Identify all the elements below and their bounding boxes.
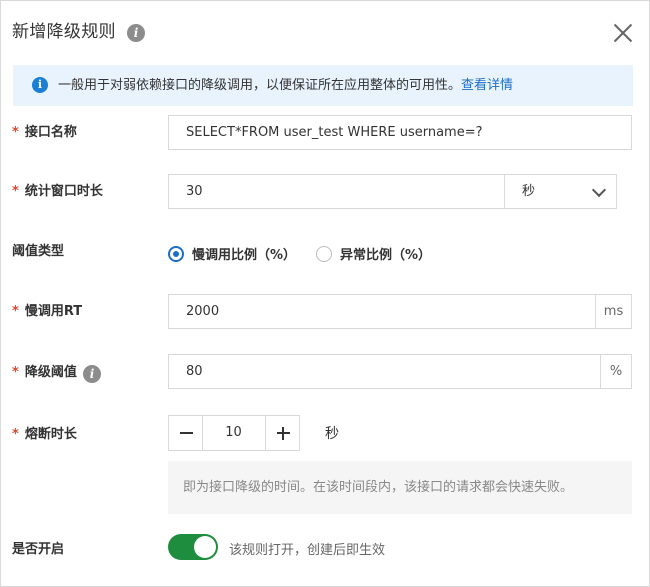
dialog-title: 新增降级规则 bbox=[12, 22, 116, 42]
threshold-type-label: 阈值类型 bbox=[12, 244, 65, 259]
toggle-knob bbox=[194, 536, 216, 558]
required-mark: * bbox=[12, 427, 19, 442]
radio-label: 慢调用比例（%） bbox=[192, 248, 297, 263]
radio-slow-call-ratio[interactable]: 慢调用比例（%） bbox=[168, 244, 296, 263]
degrade-threshold-label-text: 降级阈值 bbox=[24, 365, 77, 380]
notice-text: 一般用于对弱依赖接口的降级调用，以便保证所在应用整体的可用性。查看详情 bbox=[58, 65, 513, 106]
slow-rt-label: * 慢调用RT bbox=[12, 302, 82, 322]
radio-unchecked-icon bbox=[316, 245, 332, 262]
break-duration-hint: 即为接口降级的时间。在该时间段内，该接口的请求都会快速失败。 bbox=[168, 461, 632, 514]
slow-rt-input[interactable]: 2000 bbox=[168, 294, 596, 329]
window-unit-value: 秒 bbox=[522, 184, 536, 199]
enabled-status-text: 该规则打开，创建后即生效 bbox=[229, 543, 386, 558]
view-details-link[interactable]: 查看详情 bbox=[461, 78, 513, 93]
required-mark: * bbox=[12, 125, 19, 140]
break-duration-unit: 秒 bbox=[325, 426, 339, 442]
slow-rt-suffix: ms bbox=[596, 294, 632, 329]
break-duration-label-text: 熔断时长 bbox=[24, 427, 77, 442]
degrade-threshold-suffix: % bbox=[601, 354, 632, 389]
notice-message: 一般用于对弱依赖接口的降级调用，以便保证所在应用整体的可用性。 bbox=[58, 78, 462, 93]
interface-name-input[interactable]: SELECT*FROM user_test WHERE username=? bbox=[168, 115, 632, 150]
degrade-threshold-label: * 降级阈值 bbox=[12, 363, 77, 383]
info-icon[interactable]: i bbox=[127, 24, 145, 42]
radio-checked-icon bbox=[168, 245, 184, 262]
window-label: * 统计窗口时长 bbox=[12, 182, 103, 202]
interface-name-label-text: 接口名称 bbox=[24, 125, 77, 140]
interface-name-label: * 接口名称 bbox=[12, 123, 77, 143]
enabled-toggle[interactable] bbox=[168, 534, 218, 560]
window-label-text: 统计窗口时长 bbox=[24, 184, 103, 199]
break-duration-input[interactable]: 10 bbox=[202, 415, 265, 451]
degrade-threshold-input[interactable]: 80 bbox=[168, 354, 601, 389]
decrement-button[interactable] bbox=[168, 415, 203, 451]
window-unit-select[interactable]: 秒 bbox=[505, 174, 617, 209]
info-icon: i bbox=[32, 77, 48, 93]
increment-button[interactable] bbox=[265, 415, 300, 451]
radio-label: 异常比例（%） bbox=[340, 248, 432, 263]
notice-banner: i 一般用于对弱依赖接口的降级调用，以便保证所在应用整体的可用性。查看详情 bbox=[13, 65, 633, 106]
chevron-down-icon bbox=[591, 182, 607, 198]
required-mark: * bbox=[12, 365, 19, 380]
close-icon[interactable] bbox=[613, 23, 633, 43]
slow-rt-label-text: 慢调用RT bbox=[24, 304, 83, 319]
info-icon[interactable]: i bbox=[83, 365, 101, 383]
radio-error-ratio[interactable]: 异常比例（%） bbox=[316, 244, 431, 263]
required-mark: * bbox=[12, 304, 19, 319]
enabled-label: 是否开启 bbox=[12, 542, 65, 557]
degrade-rule-dialog: 新增降级规则 i i 一般用于对弱依赖接口的降级调用，以便保证所在应用整体的可用… bbox=[0, 0, 650, 587]
window-input[interactable]: 30 bbox=[168, 174, 505, 209]
break-duration-label: * 熔断时长 bbox=[12, 425, 77, 445]
required-mark: * bbox=[12, 184, 19, 199]
